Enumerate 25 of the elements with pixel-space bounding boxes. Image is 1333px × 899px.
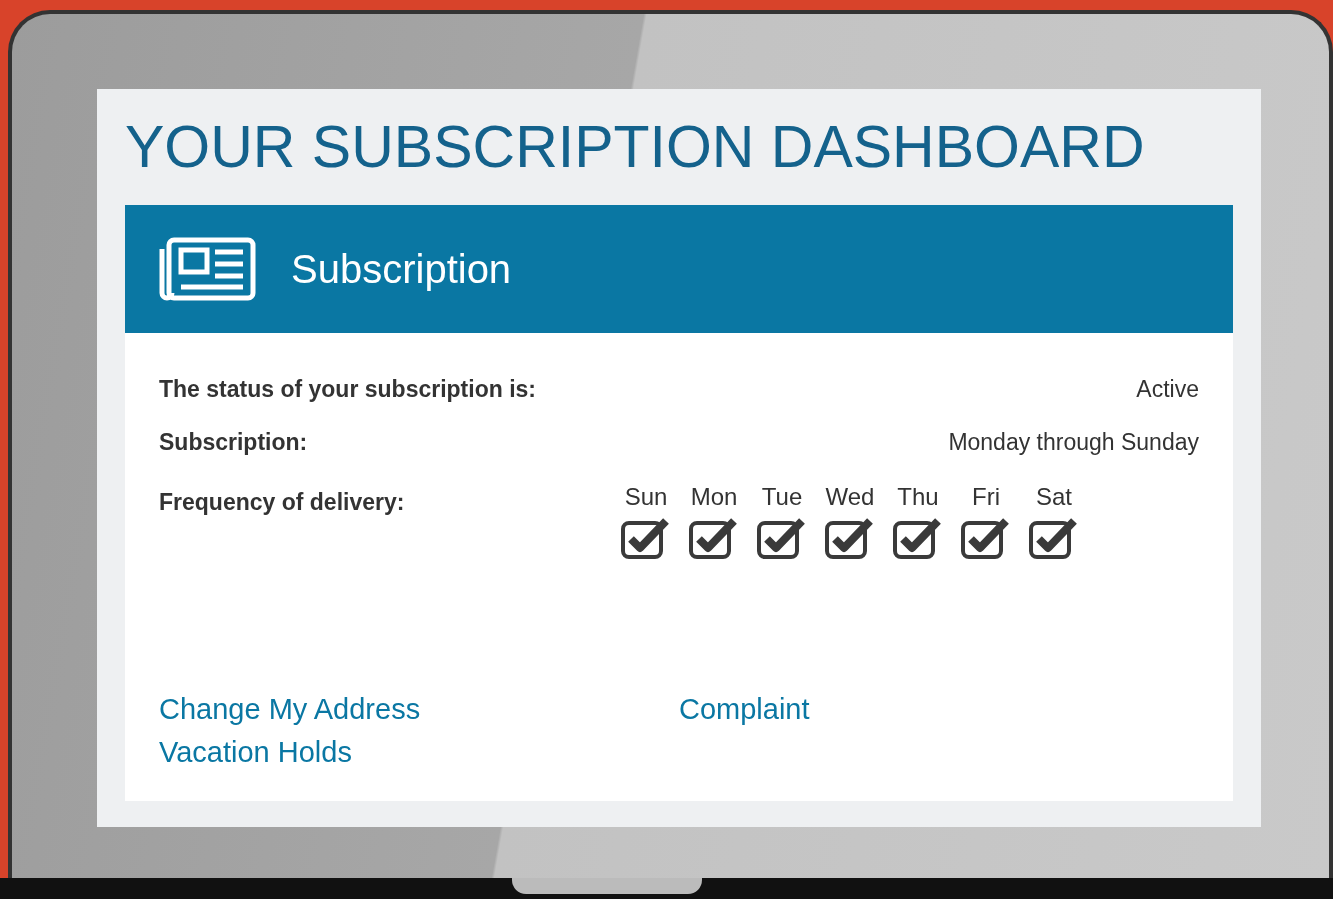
day-label: Thu [897, 483, 939, 511]
link[interactable]: Change My Address [159, 693, 421, 726]
field-label: Frequency of delivery: [159, 488, 406, 517]
checkbox[interactable] [1029, 517, 1079, 559]
checkbox[interactable] [961, 517, 1011, 559]
day-label: Mon [690, 483, 738, 511]
day-label: Sun [624, 483, 668, 511]
field-label: The status of your subscription is: [159, 376, 536, 403]
day-label: Tue [761, 483, 803, 511]
day-label: Wed [825, 483, 875, 511]
checkbox[interactable] [893, 517, 943, 559]
day-label: Fri [972, 483, 1000, 511]
field-value: Active [1136, 376, 1199, 403]
card-title: Subscription [291, 246, 512, 292]
checkbox[interactable] [621, 517, 671, 559]
link[interactable]: Vacation Holds [159, 736, 352, 769]
newspaper-icon [159, 237, 257, 301]
checkbox[interactable] [689, 517, 739, 559]
link[interactable]: Complaint [679, 693, 810, 726]
field-value: Monday through Sunday [948, 429, 1199, 456]
checkbox[interactable] [757, 517, 807, 559]
field-label: Subscription: [159, 429, 308, 456]
checkbox[interactable] [825, 517, 875, 559]
page-title: YOUR SUBSCRIPTION DASHBOARD [125, 113, 1146, 182]
day-label: Sat [1036, 483, 1072, 511]
